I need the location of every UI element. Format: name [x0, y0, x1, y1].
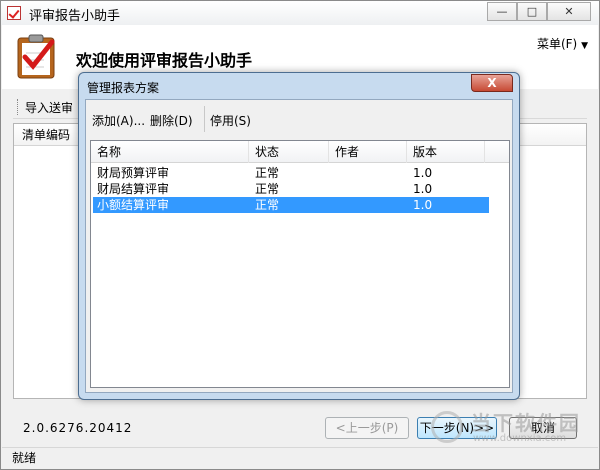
- watermark-title: 当下软件园: [471, 411, 581, 435]
- table-row[interactable]: 财局结算评审 正常 1.0: [93, 181, 489, 197]
- app-checklist-icon: [7, 6, 21, 20]
- toolbar-grip[interactable]: [17, 99, 19, 115]
- cell-name: 财局预算评审: [97, 166, 170, 180]
- cell-name: 小额结算评审: [97, 198, 170, 212]
- column-header-name[interactable]: 名称: [91, 141, 249, 163]
- prev-button[interactable]: <上一步(P): [325, 417, 409, 439]
- title-bar[interactable]: 评审报告小助手 — □ ✕: [1, 1, 599, 25]
- menu-label: 菜单(F): [536, 37, 578, 51]
- status-bar: 就绪: [2, 447, 598, 469]
- dialog-toolbar: 添加(A)... 删除(D) 停用(S): [86, 100, 512, 136]
- column-header-author[interactable]: 作者: [329, 141, 407, 163]
- column-header-status[interactable]: 状态: [249, 141, 329, 163]
- close-button[interactable]: ✕: [547, 2, 591, 21]
- table-row[interactable]: 财局预算评审 正常 1.0: [93, 165, 489, 181]
- version-label: 2.0.6276.20412: [23, 421, 133, 435]
- delete-button[interactable]: 删除(D): [150, 112, 193, 129]
- toolbar-separator: [204, 106, 205, 132]
- column-header-version[interactable]: 版本: [407, 141, 485, 163]
- manage-scheme-dialog: 管理报表方案 X 添加(A)... 删除(D) 停用(S) 名称 状态 作者 版…: [78, 72, 520, 400]
- dialog-body: 添加(A)... 删除(D) 停用(S) 名称 状态 作者 版本 财局预算评审 …: [85, 99, 513, 393]
- maximize-button[interactable]: □: [517, 2, 547, 21]
- status-text: 就绪: [12, 451, 37, 465]
- cell-status: 正常: [255, 198, 280, 212]
- cell-version: 1.0: [413, 182, 433, 196]
- welcome-title: 欢迎使用评审报告小助手: [76, 51, 253, 70]
- watermark-logo-icon: [431, 411, 463, 443]
- cell-version: 1.0: [413, 166, 433, 180]
- watermark: 当下软件园 www.downxia.com: [431, 405, 596, 451]
- cell-status: 正常: [255, 166, 280, 180]
- menu-button[interactable]: 菜单(F) ▼: [537, 35, 588, 52]
- clipboard-check-icon: [17, 34, 55, 79]
- dialog-title: 管理报表方案: [87, 81, 160, 95]
- list-header: 名称 状态 作者 版本: [91, 141, 509, 163]
- cell-version: 1.0: [413, 198, 433, 212]
- disable-button[interactable]: 停用(S): [210, 112, 251, 129]
- window-title: 评审报告小助手: [29, 9, 121, 24]
- scheme-list[interactable]: 名称 状态 作者 版本 财局预算评审 正常 1.0 财局结算评审 正常 1.0 …: [90, 140, 510, 388]
- minimize-button[interactable]: —: [487, 2, 517, 21]
- add-button[interactable]: 添加(A)...: [92, 112, 145, 129]
- cell-status: 正常: [255, 182, 280, 196]
- import-button[interactable]: 导入送审: [25, 99, 73, 116]
- dialog-close-button[interactable]: X: [471, 74, 513, 92]
- window-controls: — □ ✕: [487, 2, 591, 21]
- watermark-url: www.downxia.com: [473, 433, 567, 444]
- table-row[interactable]: 小额结算评审 正常 1.0: [93, 197, 489, 213]
- cell-name: 财局结算评审: [97, 182, 170, 196]
- chevron-down-icon: ▼: [581, 41, 588, 51]
